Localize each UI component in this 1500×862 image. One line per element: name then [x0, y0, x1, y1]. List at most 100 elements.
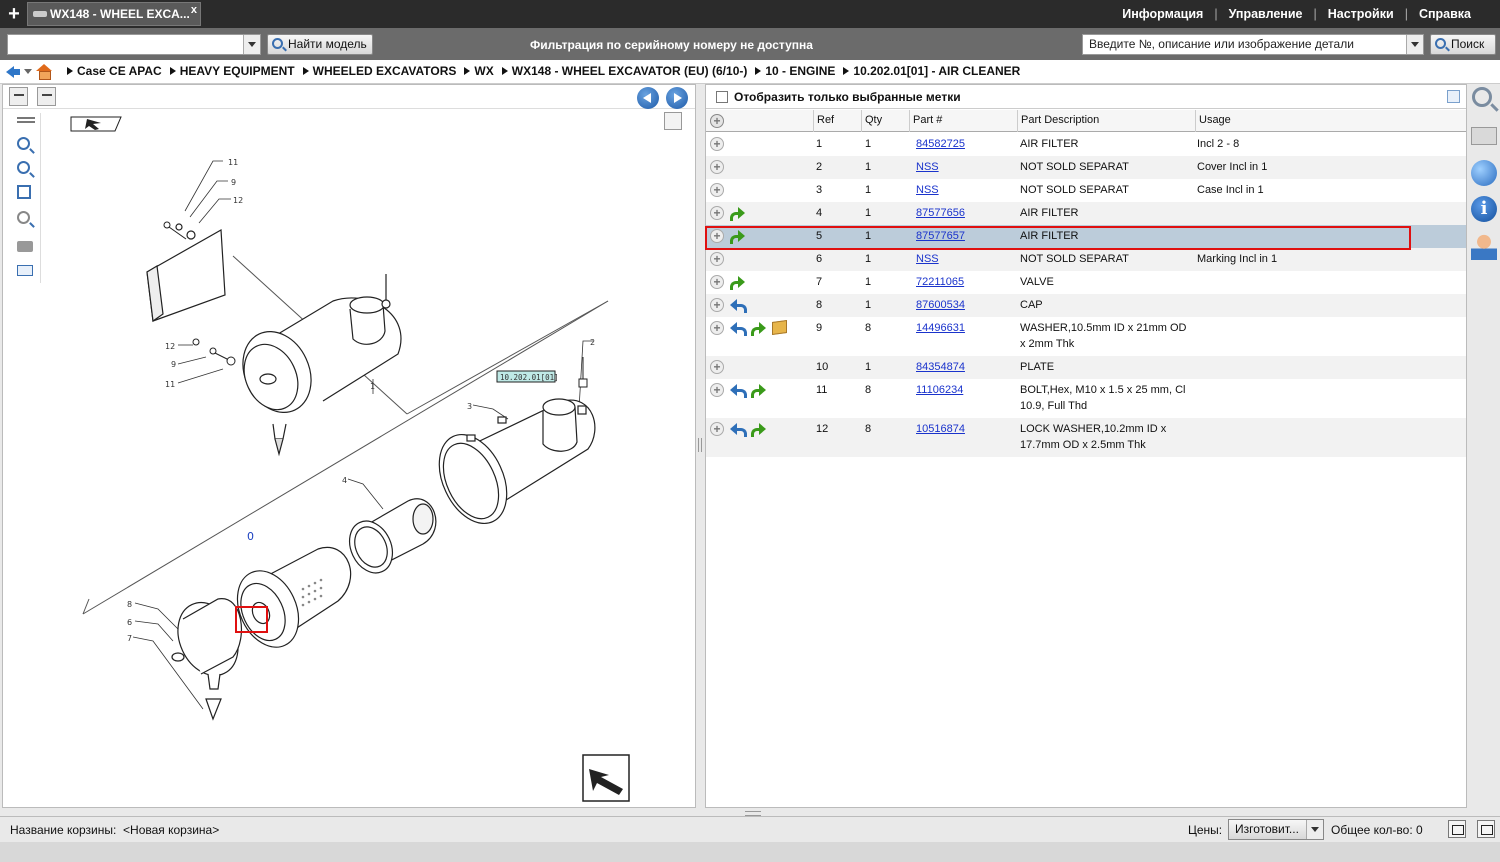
replaced-by-arrow-icon[interactable]: [730, 206, 745, 221]
home-icon[interactable]: [36, 64, 52, 80]
add-to-basket-button[interactable]: [710, 183, 724, 197]
add-to-basket-button[interactable]: [710, 360, 724, 374]
row-icons: [730, 275, 745, 290]
part-number-link[interactable]: 72211065: [916, 275, 1012, 291]
grid-settings-icon[interactable]: [1447, 90, 1460, 103]
part-search-input[interactable]: Введите №, описание или изображение дета…: [1082, 34, 1424, 55]
part-number-link[interactable]: 87577656: [916, 206, 1012, 222]
column-part-number[interactable]: Part #: [909, 110, 1017, 132]
add-to-basket-button[interactable]: [710, 137, 724, 151]
highlighted-callout[interactable]: 0: [247, 530, 254, 543]
replaced-by-arrow-icon[interactable]: [751, 321, 766, 336]
add-to-basket-button[interactable]: [710, 252, 724, 266]
user-support-icon[interactable]: [1471, 234, 1497, 260]
qty-cell: 1: [865, 161, 872, 173]
add-to-basket-button[interactable]: [710, 298, 724, 312]
add-to-basket-button[interactable]: [710, 383, 724, 397]
catalog-card-icon[interactable]: [1471, 127, 1497, 145]
usage-cell: Incl 2 - 8: [1197, 138, 1240, 150]
table-row[interactable]: 12 8 10516874 LOCK WASHER,10.2mm ID x 17.7m…: [706, 418, 1466, 457]
breadcrumb-item[interactable]: HEAVY EQUIPMENT: [169, 64, 295, 78]
menu-manage[interactable]: Управление: [1218, 7, 1314, 21]
restore-window-button[interactable]: [1448, 820, 1466, 838]
replaces-arrow-icon[interactable]: [730, 422, 747, 437]
add-all-button[interactable]: [710, 114, 724, 128]
part-number-link[interactable]: NSS: [916, 252, 1012, 268]
table-row[interactable]: 3 1 NSS NOT SOLD SEPARAT Case Incl in 1: [706, 179, 1466, 202]
table-row[interactable]: 7 1 72211065 VALVE: [706, 271, 1466, 294]
basket-label: Название корзины:: [10, 823, 117, 837]
package-icon[interactable]: [772, 319, 787, 336]
breadcrumb-item[interactable]: Case CE APAC: [67, 64, 162, 78]
add-to-basket-button[interactable]: [710, 275, 724, 289]
part-search-placeholder: Введите №, описание или изображение дета…: [1089, 37, 1354, 51]
part-number-link[interactable]: NSS: [916, 183, 1012, 199]
column-usage[interactable]: Usage: [1195, 110, 1457, 132]
part-number-link[interactable]: 84582725: [916, 137, 1012, 153]
exploded-parts-drawing[interactable]: 11 9 12 12 9 11 1 2 3 4 8 6 7 0 10.202.0…: [3, 109, 695, 807]
add-to-basket-button[interactable]: [710, 206, 724, 220]
status-bar: Название корзины: <Новая корзина> Цены: …: [0, 816, 1500, 842]
breadcrumb-item[interactable]: 10 - ENGINE: [755, 64, 835, 78]
search-button[interactable]: Поиск: [1430, 34, 1496, 55]
search-label: Поиск: [1451, 37, 1485, 51]
description-cell: AIR FILTER: [1020, 207, 1079, 219]
expand-right-button[interactable]: [37, 87, 56, 106]
selected-only-checkbox[interactable]: [716, 91, 728, 103]
next-page-button[interactable]: [666, 87, 688, 109]
document-tab[interactable]: WX148 - WHEEL EXCA... x: [27, 2, 201, 26]
close-icon[interactable]: x: [191, 3, 197, 21]
part-number-link[interactable]: 10516874: [916, 422, 1012, 438]
column-ref[interactable]: Ref: [813, 110, 861, 132]
collapse-left-button[interactable]: [9, 87, 28, 106]
part-number-link[interactable]: 14496631: [916, 321, 1012, 337]
prices-select[interactable]: Изготовит...: [1228, 819, 1324, 840]
search-icon[interactable]: [1472, 87, 1492, 107]
breadcrumb-item[interactable]: WX: [464, 64, 494, 78]
table-row[interactable]: 6 1 NSS NOT SOLD SEPARAT Marking Incl in 1: [706, 248, 1466, 271]
previous-page-button[interactable]: [637, 87, 659, 109]
new-tab-button[interactable]: +: [4, 3, 24, 25]
table-row[interactable]: 8 1 87600534 CAP: [706, 294, 1466, 317]
replaced-by-arrow-icon[interactable]: [751, 383, 766, 398]
add-to-basket-button[interactable]: [710, 160, 724, 174]
menu-info[interactable]: Информация: [1111, 7, 1214, 21]
column-description[interactable]: Part Description: [1017, 110, 1195, 132]
menu-help[interactable]: Справка: [1408, 7, 1482, 21]
table-row[interactable]: 9 8 14496631 WASHER,10.5mm ID x 21mm OD x 2…: [706, 317, 1466, 356]
part-number-link[interactable]: NSS: [916, 160, 1012, 176]
find-model-button[interactable]: Найти модель: [267, 34, 373, 55]
replaced-by-arrow-icon[interactable]: [751, 422, 766, 437]
replaces-arrow-icon[interactable]: [730, 383, 747, 398]
back-arrow-icon[interactable]: [6, 64, 20, 78]
callout-label: 11: [228, 158, 238, 167]
part-number-link[interactable]: 87600534: [916, 298, 1012, 314]
history-dropdown-icon[interactable]: [24, 67, 32, 75]
row-icons: [730, 319, 787, 336]
column-qty[interactable]: Qty: [861, 110, 909, 132]
globe-icon[interactable]: [1471, 160, 1497, 186]
add-to-basket-button[interactable]: [710, 422, 724, 436]
chevron-down-icon[interactable]: [243, 35, 260, 54]
table-row[interactable]: 4 1 87577656 AIR FILTER: [706, 202, 1466, 225]
replaced-by-arrow-icon[interactable]: [730, 275, 745, 290]
model-select[interactable]: [7, 34, 261, 55]
info-icon[interactable]: i: [1471, 196, 1497, 222]
chevron-down-icon[interactable]: [1406, 35, 1423, 54]
add-to-basket-button[interactable]: [710, 321, 724, 335]
menu-settings[interactable]: Настройки: [1317, 7, 1405, 21]
table-row[interactable]: 11 8 11106234 BOLT,Hex, M10 x 1.5 x 25 mm, …: [706, 379, 1466, 418]
part-number-link[interactable]: 84354874: [916, 360, 1012, 376]
table-row[interactable]: 2 1 NSS NOT SOLD SEPARAT Cover Incl in 1: [706, 156, 1466, 179]
table-row[interactable]: 1 1 84582725 AIR FILTER Incl 2 - 8: [706, 133, 1466, 156]
vertical-splitter[interactable]: [698, 438, 702, 452]
breadcrumb-item[interactable]: WX148 - WHEEL EXCAVATOR (EU) (6/10-): [501, 64, 747, 78]
part-number-link[interactable]: 11106234: [916, 383, 1012, 399]
replaces-arrow-icon[interactable]: [730, 298, 747, 313]
breadcrumb-item[interactable]: WHEELED EXCAVATORS: [302, 64, 456, 78]
chevron-down-icon[interactable]: [1306, 820, 1323, 839]
replaces-arrow-icon[interactable]: [730, 321, 747, 336]
maximize-window-button[interactable]: [1477, 820, 1495, 838]
breadcrumb-item[interactable]: 10.202.01[01] - AIR CLEANER: [843, 64, 1020, 78]
table-row[interactable]: 10 1 84354874 PLATE: [706, 356, 1466, 379]
